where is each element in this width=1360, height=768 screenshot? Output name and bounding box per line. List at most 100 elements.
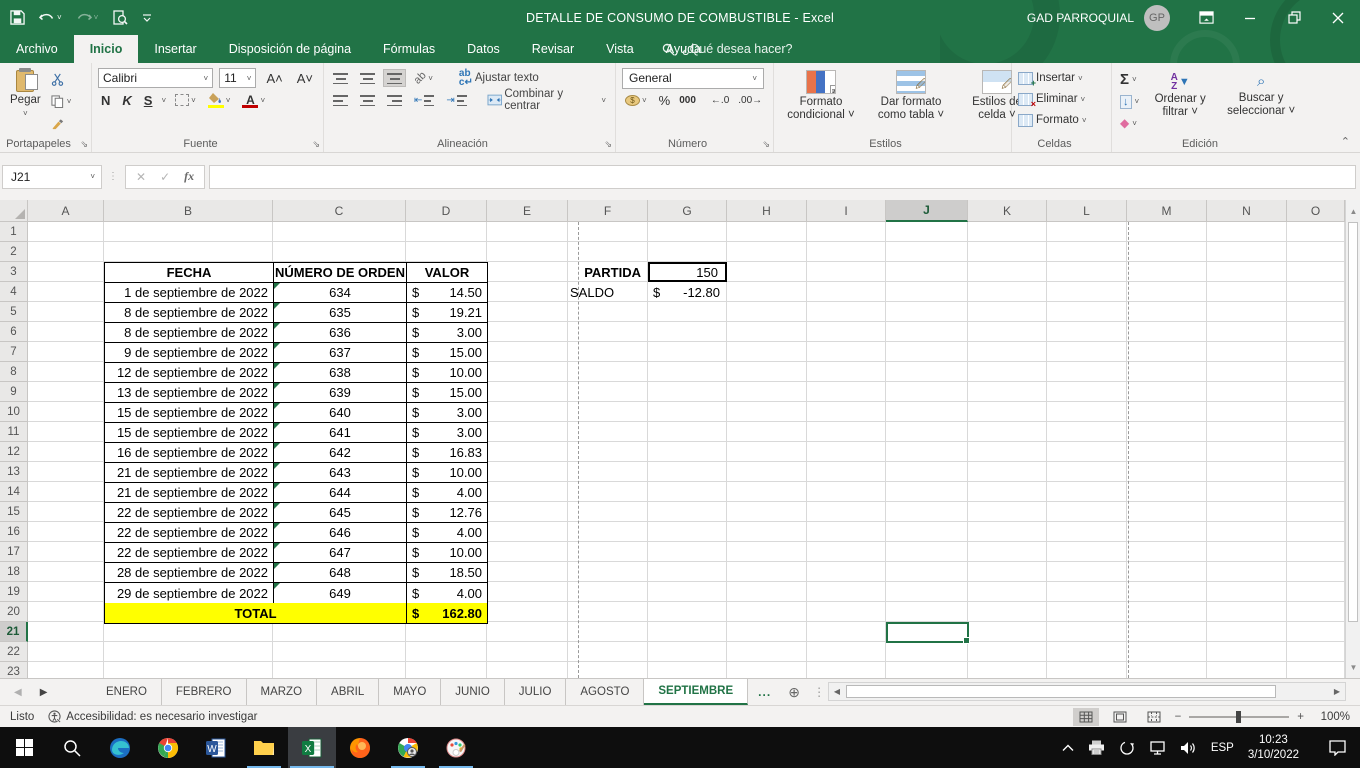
onedrive-sync-icon[interactable]: [1119, 740, 1135, 756]
cell-orden[interactable]: 646: [274, 523, 407, 543]
increase-decimal-icon[interactable]: ←.0: [711, 95, 729, 106]
taskbar-clock[interactable]: 10:23 3/10/2022: [1248, 733, 1299, 762]
sheet-tab[interactable]: JULIO: [505, 679, 567, 705]
sheet-tab[interactable]: ENERO: [92, 679, 162, 705]
total-value-cell[interactable]: $162.80: [407, 603, 487, 623]
align-top-icon[interactable]: [330, 70, 351, 86]
accessibility-status[interactable]: Accesibilidad: es necesario investigar: [48, 710, 257, 723]
sort-filter-button[interactable]: AZ▼ Ordenar y filtrar ˅: [1143, 67, 1217, 136]
selected-cell-J21[interactable]: [886, 622, 969, 643]
column-header[interactable]: N: [1207, 200, 1287, 222]
sheet-cells[interactable]: FECHA NÚMERO DE ORDEN VALOR 1 de septiem…: [28, 222, 1345, 678]
paint-icon[interactable]: [432, 727, 480, 768]
cell-valor[interactable]: $14.50: [407, 283, 487, 303]
ribbon-tab[interactable]: Insertar: [138, 35, 212, 63]
column-header[interactable]: H: [727, 200, 807, 222]
row-header[interactable]: 17: [0, 542, 28, 562]
cell-orden[interactable]: 645: [274, 503, 407, 523]
header-orden[interactable]: NÚMERO DE ORDEN: [274, 263, 407, 283]
column-header[interactable]: O: [1287, 200, 1345, 222]
cell-valor[interactable]: $4.00: [407, 583, 487, 603]
row-header[interactable]: 4: [0, 282, 28, 302]
network-icon[interactable]: [1149, 741, 1166, 755]
partida-value-cell[interactable]: 150: [648, 262, 727, 282]
horizontal-scroll-thumb[interactable]: [846, 685, 1276, 698]
number-dialog-launcher-icon[interactable]: ⇘: [762, 139, 770, 150]
align-right-icon[interactable]: [384, 92, 405, 108]
row-header[interactable]: 10: [0, 402, 28, 422]
formula-input[interactable]: [209, 165, 1356, 189]
scroll-right-icon[interactable]: ▶: [1329, 683, 1345, 700]
insert-cells-button[interactable]: +Insertar˅: [1016, 69, 1107, 87]
total-label-cell[interactable]: TOTAL: [105, 603, 407, 623]
italic-button[interactable]: K: [119, 93, 134, 108]
name-box[interactable]: J21˅: [2, 165, 102, 189]
column-header[interactable]: K: [968, 200, 1047, 222]
cell-fecha[interactable]: 8 de septiembre de 2022: [105, 323, 274, 343]
align-middle-icon[interactable]: [357, 70, 378, 86]
cell-orden[interactable]: 639: [274, 383, 407, 403]
partida-label-cell[interactable]: PARTIDA: [568, 262, 648, 282]
volume-icon[interactable]: [1180, 741, 1197, 755]
sheet-tab[interactable]: AGOSTO: [566, 679, 644, 705]
account-name[interactable]: GAD PARROQUIAL: [1027, 11, 1134, 25]
sheet-tab[interactable]: FEBRERO: [162, 679, 247, 705]
row-header[interactable]: 14: [0, 482, 28, 502]
insert-function-icon[interactable]: fx: [184, 169, 194, 184]
ribbon-tab[interactable]: Revisar: [516, 35, 590, 63]
header-valor[interactable]: VALOR: [407, 263, 487, 283]
chrome-icon[interactable]: [144, 727, 192, 768]
row-header[interactable]: 1: [0, 222, 28, 242]
ribbon-tab[interactable]: Inicio: [74, 35, 139, 63]
row-header[interactable]: 3: [0, 262, 28, 282]
sheet-tab[interactable]: ABRIL: [317, 679, 379, 705]
align-left-icon[interactable]: [330, 92, 351, 108]
borders-button[interactable]: ˅: [172, 92, 199, 108]
cell-fecha[interactable]: 22 de septiembre de 2022: [105, 523, 274, 543]
underline-button[interactable]: S: [141, 93, 156, 108]
underline-dropdown-icon[interactable]: ˅: [161, 96, 166, 105]
cell-orden[interactable]: 649: [274, 583, 407, 603]
tell-me-search[interactable]: ¿Qué desea hacer?: [662, 35, 793, 63]
ribbon-tab[interactable]: Datos: [451, 35, 516, 63]
cell-valor[interactable]: $15.00: [407, 343, 487, 363]
close-button[interactable]: [1316, 0, 1360, 35]
start-button[interactable]: [0, 727, 48, 768]
scroll-down-icon[interactable]: ▼: [1346, 658, 1360, 676]
sheet-tab[interactable]: JUNIO: [441, 679, 505, 705]
clear-button[interactable]: ◆˅: [1118, 114, 1141, 132]
cell-fecha[interactable]: 21 de septiembre de 2022: [105, 483, 274, 503]
cell-fecha[interactable]: 22 de septiembre de 2022: [105, 543, 274, 563]
cell-fecha[interactable]: 15 de septiembre de 2022: [105, 403, 274, 423]
saldo-label-cell[interactable]: SALDO: [568, 282, 648, 302]
number-format-select[interactable]: General˅: [622, 68, 764, 89]
cell-orden[interactable]: 647: [274, 543, 407, 563]
restore-button[interactable]: [1272, 0, 1316, 35]
cell-valor[interactable]: $19.21: [407, 303, 487, 323]
language-indicator[interactable]: ESP: [1211, 742, 1234, 754]
cell-valor[interactable]: $18.50: [407, 563, 487, 583]
cell-orden[interactable]: 638: [274, 363, 407, 383]
font-color-button[interactable]: A˅: [239, 91, 268, 109]
vertical-scrollbar[interactable]: ▲ ▼: [1345, 200, 1360, 678]
column-header[interactable]: F: [568, 200, 648, 222]
cell-valor[interactable]: $3.00: [407, 403, 487, 423]
cell-fecha[interactable]: 9 de septiembre de 2022: [105, 343, 274, 363]
vertical-scroll-thumb[interactable]: [1348, 222, 1358, 622]
header-fecha[interactable]: FECHA: [105, 263, 274, 283]
edge-icon[interactable]: [96, 727, 144, 768]
ribbon-display-options-icon[interactable]: [1184, 0, 1228, 35]
cell-fecha[interactable]: 21 de septiembre de 2022: [105, 463, 274, 483]
cell-fecha[interactable]: 13 de septiembre de 2022: [105, 383, 274, 403]
column-header[interactable]: B: [104, 200, 273, 222]
cell-valor[interactable]: $3.00: [407, 323, 487, 343]
row-header[interactable]: 8: [0, 362, 28, 382]
zoom-out-icon[interactable]: −: [1175, 711, 1182, 723]
cell-orden[interactable]: 640: [274, 403, 407, 423]
row-header[interactable]: 21: [0, 622, 28, 642]
select-all-corner[interactable]: [0, 200, 28, 222]
saldo-value-cell[interactable]: $-12.80: [648, 282, 727, 302]
sheet-tab-overflow[interactable]: ...: [748, 679, 781, 705]
cell-fecha[interactable]: 29 de septiembre de 2022: [105, 583, 274, 603]
confirm-entry-icon[interactable]: ✓: [160, 170, 170, 184]
